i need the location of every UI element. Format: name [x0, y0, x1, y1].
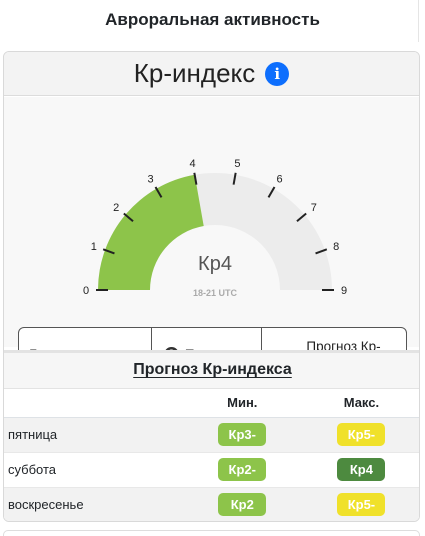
- gauge-tick-label: 2: [113, 202, 119, 214]
- kp-gauge: 0123456789Кр418-21 UTC Больше данных ? П…: [4, 97, 419, 381]
- table-header-row: Мин. Макс.: [4, 389, 419, 418]
- min-cell: Кр2-: [182, 452, 302, 488]
- table-row: суббота Кр2- Кр4: [4, 452, 419, 488]
- divider: [418, 0, 419, 42]
- kp-badge: Кр5-: [337, 423, 386, 446]
- min-cell: Кр3-: [182, 417, 302, 453]
- gauge-tick-label: 8: [333, 241, 339, 253]
- kp-card: Кр-индекс i 0123456789Кр418-21 UTC Больш…: [3, 51, 420, 522]
- table-row: воскресенье Кр2 Кр5-: [4, 487, 419, 521]
- gauge-tick-label: 1: [91, 241, 97, 253]
- kp-badge: Кр2: [218, 493, 267, 516]
- gauge-tick-label: 4: [190, 158, 196, 170]
- max-cell: Кр4: [301, 452, 419, 488]
- gauge-tick-label: 0: [83, 285, 89, 297]
- kp-badge: Кр3-: [218, 423, 267, 446]
- max-cell: Кр5-: [301, 487, 419, 521]
- day-cell: пятница: [4, 417, 183, 453]
- day-cell: суббота: [4, 452, 183, 488]
- gauge-fill: [98, 174, 204, 290]
- page-title: Авроральная активность: [0, 0, 425, 42]
- next-card-edge: [3, 530, 420, 536]
- card-title: Кр-индекс: [133, 58, 256, 88]
- min-cell: Кр2: [182, 487, 302, 521]
- day-cell: воскресенье: [4, 487, 183, 521]
- info-icon[interactable]: i: [265, 61, 290, 86]
- kp-badge: Кр2-: [218, 458, 267, 481]
- col-min: Мин.: [182, 389, 302, 418]
- gauge-tick-label: 3: [147, 173, 153, 185]
- forecast-section: Прогноз Кр-индекса Мин. Макс. пятница Кр3…: [4, 350, 419, 521]
- page-title-text: Авроральная активность: [105, 10, 320, 29]
- gauge-tick-label: 7: [311, 202, 317, 214]
- max-cell: Кр5-: [301, 417, 419, 453]
- gauge-tick-label: 5: [234, 158, 240, 170]
- table-row: пятница Кр3- Кр5-: [4, 417, 419, 453]
- gauge-tick-label: 9: [341, 285, 347, 297]
- gauge-tick-label: 6: [276, 173, 282, 185]
- gauge-svg: 0 1 2 3 4 5 6 7 8 9 Кр4 18-21 UTC: [83, 158, 347, 298]
- kp-badge: Кр5-: [337, 493, 386, 516]
- card-header: Кр-индекс i: [4, 52, 419, 96]
- gauge-time-label: 18-21 UTC: [193, 288, 238, 298]
- forecast-title: Прогноз Кр-индекса: [4, 353, 419, 389]
- kp-badge: Кр4: [337, 458, 386, 481]
- forecast-title-text: Прогноз Кр-индекса: [133, 361, 292, 378]
- gauge-value-label: Кр4: [198, 253, 232, 275]
- forecast-table: Мин. Макс. пятница Кр3- Кр5- суббота Кр2- Кр4…: [4, 389, 419, 521]
- col-max: Макс.: [301, 389, 419, 418]
